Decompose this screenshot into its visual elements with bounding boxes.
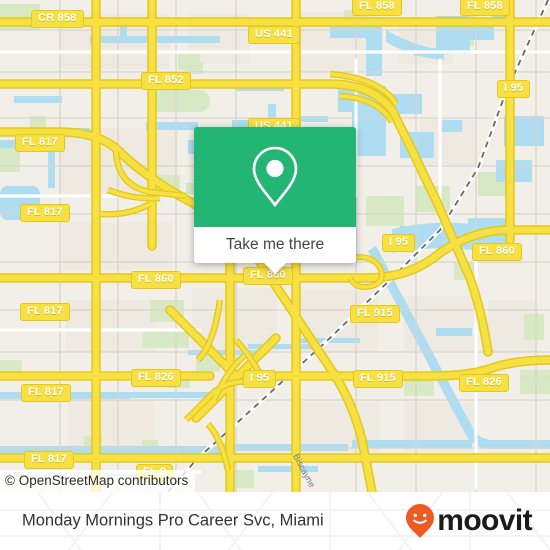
road-shield: FL 817	[21, 384, 71, 402]
road-shield: FL 817	[20, 303, 70, 321]
road-shield: FL 858	[352, 0, 402, 16]
moovit-wordmark: moovit	[437, 504, 532, 537]
road-shield: FL 817	[15, 134, 65, 152]
moovit-map-screen: Biscayne CR 858 US 441 FL 858 FL 858 FL 852 I…	[0, 0, 550, 550]
road-shield: FL 817	[24, 451, 74, 469]
place-title: Monday Mornings Pro Career Svc, Miami	[22, 511, 324, 530]
road-shield: FL 860	[131, 271, 181, 289]
take-me-there-label: Take me there	[225, 236, 325, 253]
map-pin-icon	[252, 146, 298, 208]
road-shield: I 95	[243, 370, 277, 388]
callout-pointer	[263, 262, 287, 274]
callout-footer[interactable]: Take me there	[194, 227, 356, 263]
osm-attribution[interactable]: © OpenStreetMap contributors	[0, 470, 196, 492]
road-shield: FL 817	[20, 204, 70, 222]
road-shield: FL 858	[460, 0, 510, 16]
road-shield: FL 826	[459, 374, 509, 392]
road-shield: FL 852	[141, 72, 191, 90]
map-canvas[interactable]: Biscayne CR 858 US 441 FL 858 FL 858 FL 852 I…	[0, 0, 550, 492]
road-shield: FL 915	[350, 305, 400, 323]
road-shield: CR 858	[31, 10, 84, 28]
road-shield: FL 826	[131, 369, 181, 387]
footer-bar: Monday Mornings Pro Career Svc, Miami mo…	[0, 492, 550, 550]
road-shield: I 95	[382, 234, 416, 252]
road-shield: I 95	[497, 80, 531, 98]
road-shield: FL 915	[353, 370, 403, 388]
road-shield: FL 860	[472, 243, 522, 261]
location-callout-card[interactable]: Take me there	[194, 127, 356, 274]
road-shield: US 441	[248, 26, 300, 44]
moovit-logo[interactable]: moovit	[405, 503, 533, 539]
moovit-pin-icon	[406, 504, 435, 538]
callout-header	[194, 127, 356, 227]
